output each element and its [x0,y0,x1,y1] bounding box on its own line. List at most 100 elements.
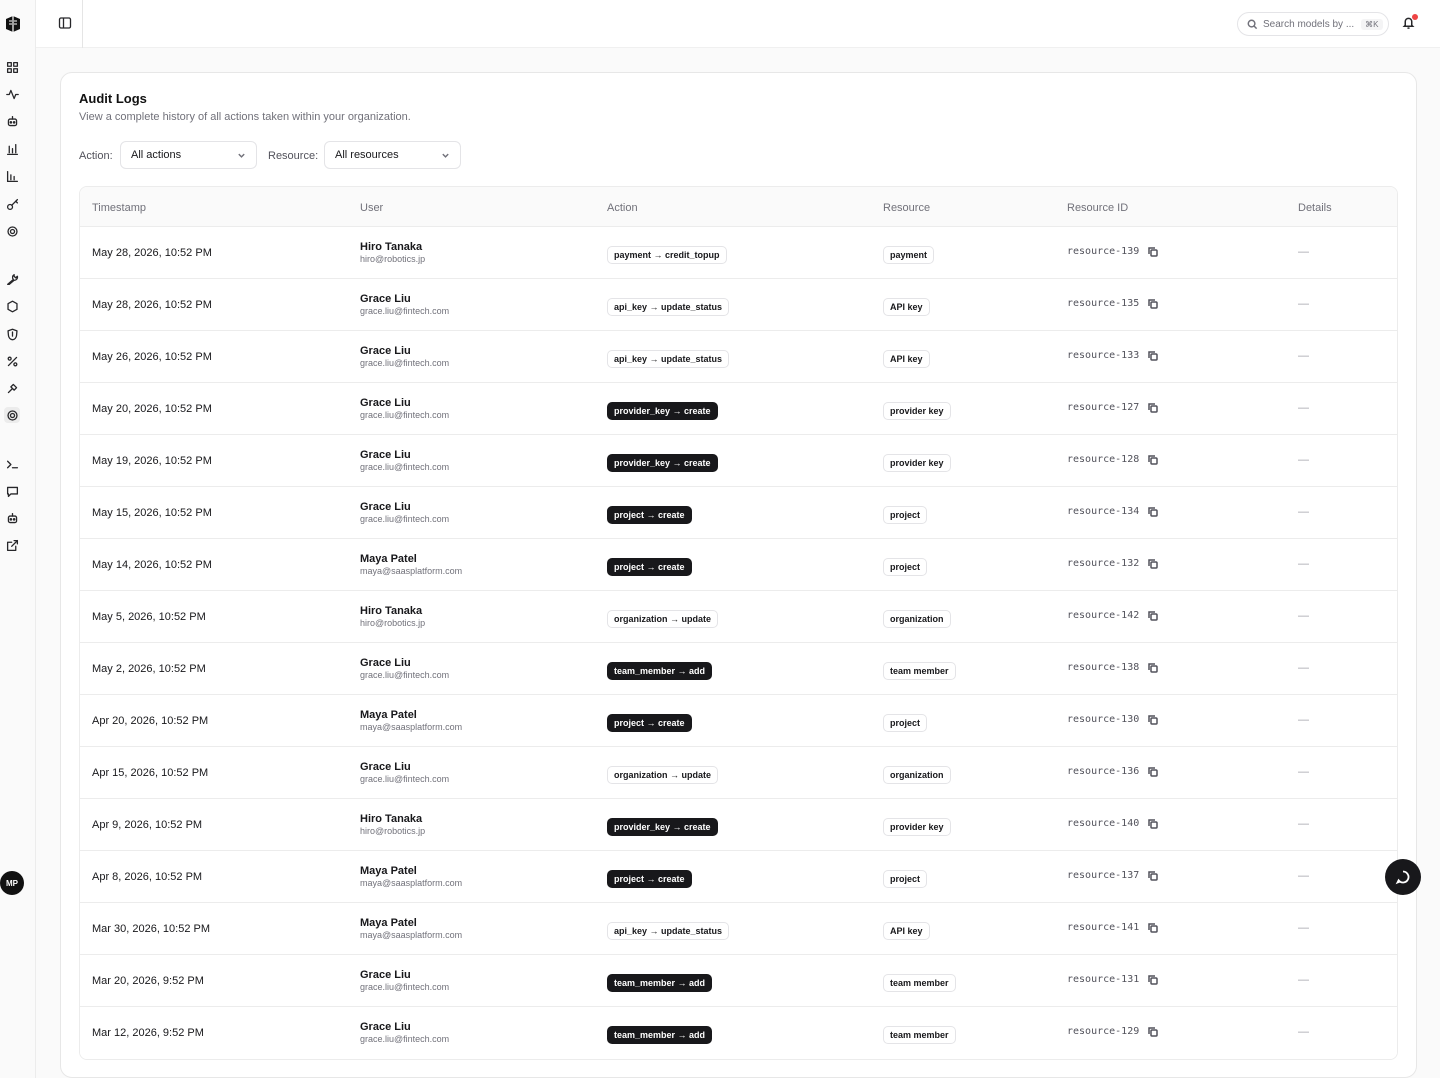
table-row[interactable]: Mar 12, 2026, 9:52 PM Grace Liu grace.liu@… [80,1007,1397,1059]
table-row[interactable]: May 28, 2026, 10:52 PM Hiro Tanaka hiro@ro… [80,227,1397,279]
table-row[interactable]: Apr 15, 2026, 10:52 PM Grace Liu grace.liu… [80,747,1397,799]
column-chart-icon [6,170,18,182]
header-resource-id[interactable]: Resource ID [1067,202,1128,214]
resource-badge: team member [883,974,956,992]
table-row[interactable]: May 19, 2026, 10:52 PM Grace Liu grace.liu… [80,435,1397,487]
sidebar-activity-icon[interactable] [4,86,20,102]
resource-id: resource-142 [1067,610,1140,621]
copy-icon[interactable] [1148,298,1158,309]
action-cell: project → create [607,713,692,732]
sidebar-settings-icon[interactable] [4,407,20,423]
resource-badge: API key [883,922,930,940]
resource-id-cell: resource-142 [1067,610,1158,621]
copy-icon[interactable] [1148,558,1158,569]
sidebar-tool-icon[interactable] [4,380,20,396]
resource-id: resource-139 [1067,246,1140,257]
copy-icon[interactable] [1148,610,1158,621]
avatar[interactable]: MP [0,871,24,895]
copy-icon[interactable] [1148,350,1158,361]
header-user[interactable]: User [360,202,383,214]
header-timestamp[interactable]: Timestamp [92,202,146,214]
user-email: hiro@robotics.jp [360,254,426,264]
details-cell: — [1298,766,1309,778]
audit-log-table: Timestamp User Action Resource Resource … [79,186,1398,1060]
sidebar-shield-icon[interactable] [4,326,20,342]
table-row[interactable]: May 26, 2026, 10:52 PM Grace Liu grace.liu… [80,331,1397,383]
copy-icon[interactable] [1148,662,1158,673]
copy-icon[interactable] [1148,402,1158,413]
hexagon-icon [6,300,18,312]
sidebar-wrench-icon[interactable] [4,271,20,287]
avatar-initials: MP [6,878,18,888]
chat-button[interactable] [1385,859,1421,895]
logo-icon[interactable] [3,14,23,34]
sidebar-toggle-icon[interactable] [58,16,72,30]
user-name: Grace Liu [360,761,411,773]
sidebar-column-chart-icon[interactable] [4,168,20,184]
user-cell: Grace Liu grace.liu@fintech.com [360,449,449,473]
user-email: grace.liu@fintech.com [360,1034,450,1044]
table-row[interactable]: May 15, 2026, 10:52 PM Grace Liu grace.liu… [80,487,1397,539]
bell-icon[interactable] [1402,14,1418,30]
table-row[interactable]: Mar 30, 2026, 10:52 PM Maya Patel maya@saa… [80,903,1397,955]
sidebar-hexagon-icon[interactable] [4,298,20,314]
header-details[interactable]: Details [1298,202,1332,214]
details-cell: — [1298,506,1309,518]
user-email: grace.liu@fintech.com [360,358,450,368]
table-row[interactable]: Apr 20, 2026, 10:52 PM Maya Patel maya@saa… [80,695,1397,747]
action-filter-select[interactable]: All actions [120,141,257,169]
resource-id-cell: resource-139 [1067,246,1158,257]
copy-icon[interactable] [1148,714,1158,725]
resource-badge: project [883,506,928,524]
sidebar-dashboard-icon[interactable] [4,59,20,75]
table-row[interactable]: May 28, 2026, 10:52 PM Grace Liu grace.liu… [80,279,1397,331]
copy-icon[interactable] [1148,818,1158,829]
table-row[interactable]: May 5, 2026, 10:52 PM Hiro Tanaka hiro@rob… [80,591,1397,643]
action-badge: api_key → update_status [607,922,730,940]
copy-icon[interactable] [1148,922,1158,933]
sidebar-chat-icon[interactable] [4,483,20,499]
copy-icon[interactable] [1148,506,1158,517]
settings-icon [6,225,18,237]
user-cell: Grace Liu grace.liu@fintech.com [360,397,449,421]
timestamp-cell: May 28, 2026, 10:52 PM [92,247,212,259]
table-row[interactable]: Mar 20, 2026, 9:52 PM Grace Liu grace.liu@… [80,955,1397,1007]
resource-id-cell: resource-134 [1067,506,1158,517]
sidebar-bot-icon[interactable] [4,113,20,129]
sidebar-terminal-icon[interactable] [4,456,20,472]
sidebar-key-icon[interactable] [4,196,20,212]
user-cell: Grace Liu grace.liu@fintech.com [360,501,449,525]
user-cell: Maya Patel maya@saasplatform.com [360,709,462,733]
resource-badge: provider key [883,818,951,836]
table-row[interactable]: May 2, 2026, 10:52 PM Grace Liu grace.liu@… [80,643,1397,695]
table-row[interactable]: May 14, 2026, 10:52 PM Maya Patel maya@saa… [80,539,1397,591]
resource-id: resource-129 [1067,1026,1140,1037]
resource-filter-select[interactable]: All resources [324,141,461,169]
copy-icon[interactable] [1148,870,1158,881]
search-input[interactable]: Search models by ... ⌘K [1237,12,1389,36]
copy-icon[interactable] [1148,246,1158,257]
resource-cell: project [883,505,928,524]
header-action[interactable]: Action [607,202,638,214]
copy-icon[interactable] [1148,974,1158,985]
copy-icon[interactable] [1148,766,1158,777]
resource-cell: API key [883,921,930,940]
external-link-icon [6,539,18,551]
table-row[interactable]: Apr 8, 2026, 10:52 PM Maya Patel maya@saas… [80,851,1397,903]
sidebar-settings-icon[interactable] [4,223,20,239]
header-resource[interactable]: Resource [883,202,930,214]
sidebar-bot-icon[interactable] [4,510,20,526]
resource-cell: team member [883,973,956,992]
sidebar-percent-icon[interactable] [4,353,20,369]
table-row[interactable]: May 20, 2026, 10:52 PM Grace Liu grace.liu… [80,383,1397,435]
copy-icon[interactable] [1148,1026,1158,1037]
sidebar-bar-chart-icon[interactable] [4,141,20,157]
resource-id: resource-127 [1067,402,1140,413]
resource-badge: API key [883,298,930,316]
table-row[interactable]: Apr 9, 2026, 10:52 PM Hiro Tanaka hiro@rob… [80,799,1397,851]
copy-icon[interactable] [1148,454,1158,465]
user-cell: Maya Patel maya@saasplatform.com [360,865,462,889]
resource-cell: provider key [883,401,951,420]
sidebar-external-link-icon[interactable] [4,537,20,553]
timestamp-cell: Apr 15, 2026, 10:52 PM [92,767,209,779]
